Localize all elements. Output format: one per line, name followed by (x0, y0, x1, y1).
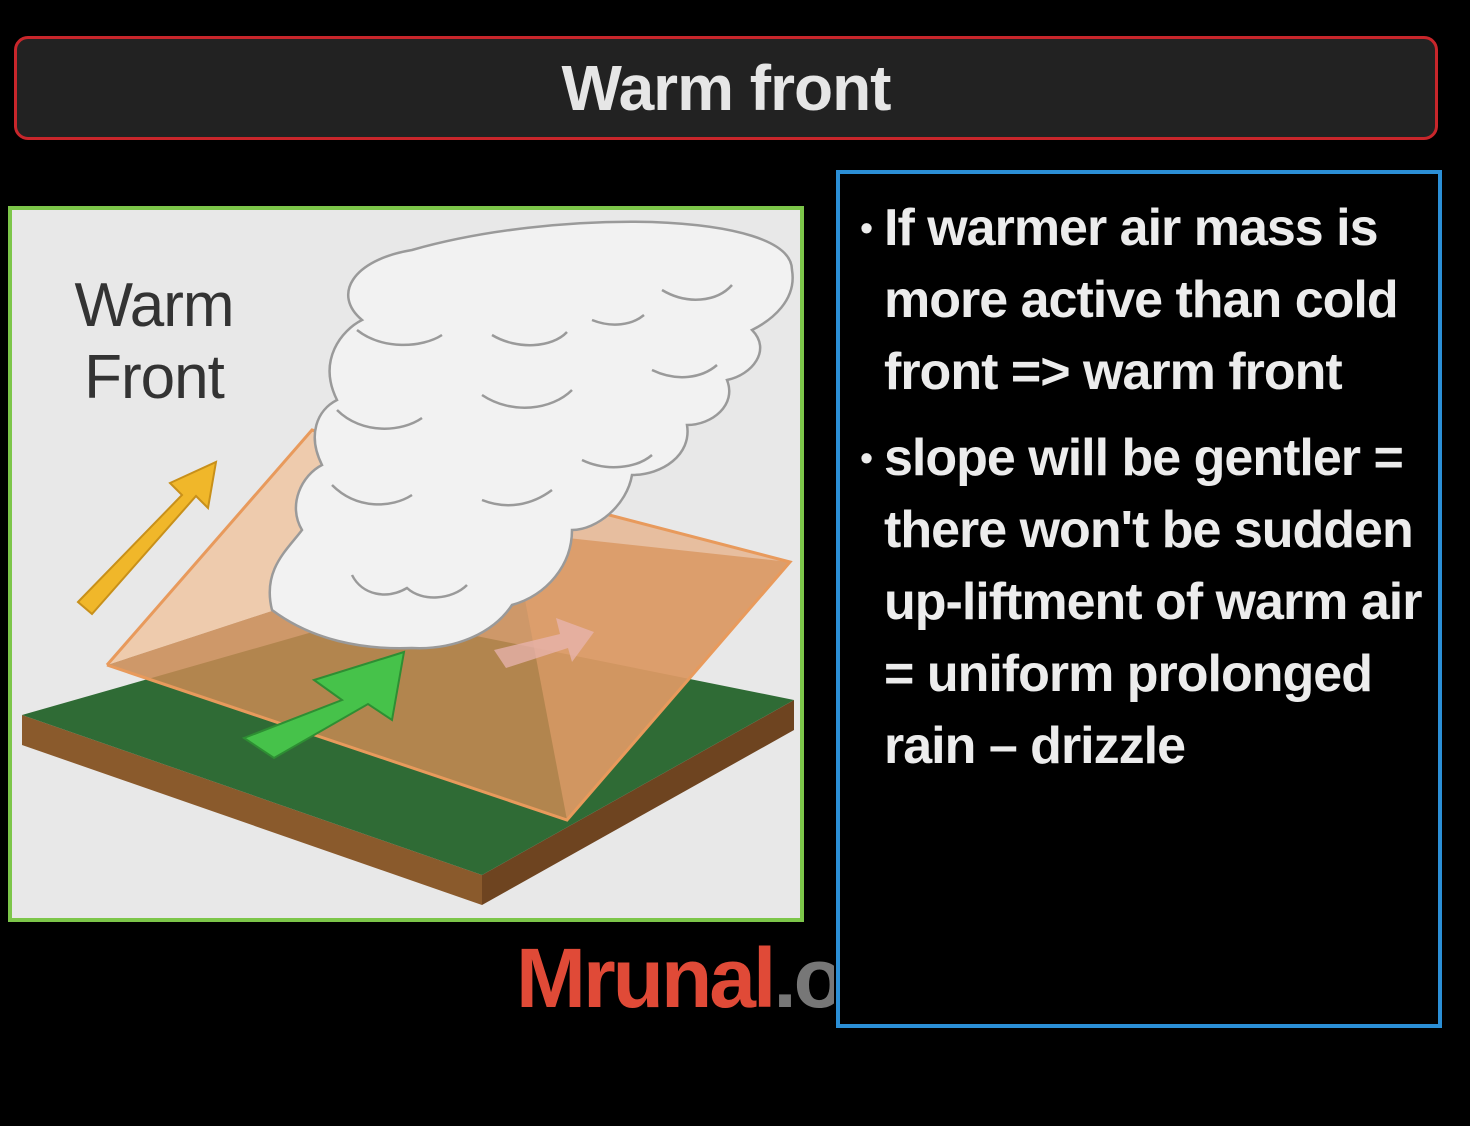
figure-label-line2: Front (84, 343, 225, 412)
slide-title: Warm front (561, 52, 892, 124)
bullet-item: • slope will be gentler = there won't be… (848, 422, 1428, 782)
figure-label-line1: Warm (74, 271, 235, 340)
title-bar: Warm front (14, 36, 1438, 140)
watermark-rest: .org (773, 931, 834, 1025)
bullet-text: If warmer air mass is more active than c… (884, 199, 1399, 401)
watermark: Mrunal.org (516, 928, 834, 1028)
figure-label: Warm Front (64, 270, 244, 414)
watermark-main: Mrunal (516, 931, 776, 1025)
warm-front-figure: Warm Front (8, 206, 804, 922)
notes-panel: • If warmer air mass is more active than… (836, 170, 1442, 1028)
bullet-text: slope will be gentler = there won't be s… (884, 429, 1422, 775)
bullet-item: • If warmer air mass is more active than… (848, 192, 1428, 408)
bullet-dot: • (860, 207, 873, 248)
bullet-dot: • (860, 437, 873, 478)
